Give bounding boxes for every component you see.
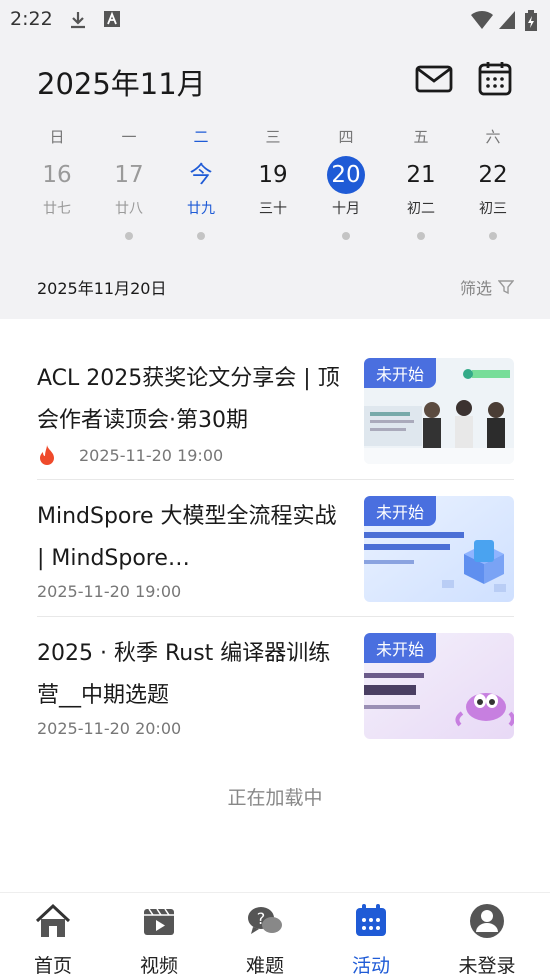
mail-icon[interactable] <box>414 61 454 97</box>
event-dot <box>417 232 425 240</box>
question-icon: ? <box>248 907 282 934</box>
day-cell[interactable]: 二今廿九 <box>171 126 231 240</box>
lunar-date-label: 初三 <box>479 201 507 217</box>
event-thumbnail: 未开始 <box>364 633 514 739</box>
calendar-header-section: 2:22 2025年11月 日 16 廿七 一 17 廿八 二今廿九 三 19 三十 四 20 十月 五 2… <box>0 0 550 319</box>
status-bar: 2:22 <box>0 0 550 40</box>
day-of-week-label: 二 <box>193 128 209 146</box>
calendar-icon[interactable] <box>475 61 515 97</box>
tab-home[interactable]: 首页 <box>13 901 93 978</box>
day-of-week-label: 四 <box>338 128 354 146</box>
day-number: 16 <box>42 162 72 188</box>
lunar-date-label: 十月 <box>332 201 360 217</box>
download-icon <box>71 12 85 29</box>
status-badge: 未开始 <box>364 633 437 663</box>
filter-icon <box>498 280 514 295</box>
bottom-tab-bar: 首页 视频 ? 难题 活动 未登录 <box>0 892 550 979</box>
lunar-date-label: 廿八 <box>115 201 143 217</box>
event-title: 2025 · 秋季 Rust 编译器训练营__中期选题 <box>37 641 331 708</box>
header: 2025年11月 <box>0 55 550 105</box>
tab-video[interactable]: 视频 <box>119 901 199 978</box>
signal-icon <box>499 11 515 29</box>
loading-text: 正在加载中 <box>227 787 323 809</box>
wifi-icon <box>471 10 493 29</box>
day-number: 20 <box>327 156 365 194</box>
day-of-week-label: 三 <box>265 128 281 146</box>
day-of-week-label: 五 <box>413 128 429 146</box>
day-cell[interactable]: 三 19 三十 <box>243 126 303 240</box>
user-icon <box>470 904 504 938</box>
event-dot <box>342 232 350 240</box>
lunar-date-label: 廿七 <box>43 201 71 217</box>
event-item[interactable]: ACL 2025获奖论文分享会 | 顶会作者读顶会·第30期 2025-11-2… <box>37 358 514 466</box>
event-dot <box>197 232 205 240</box>
day-number: 22 <box>478 162 508 188</box>
tab-profile[interactable]: 未登录 <box>447 901 527 978</box>
video-icon <box>144 908 174 935</box>
battery-icon <box>525 10 537 31</box>
day-number: 21 <box>406 162 436 188</box>
lunar-date-label: 廿九 <box>187 201 215 217</box>
day-of-week-label: 一 <box>121 128 137 146</box>
tab-activities[interactable]: 活动 <box>331 901 411 978</box>
day-number: 今 <box>189 162 213 188</box>
home-icon <box>35 903 71 937</box>
event-thumbnail: 未开始 <box>364 358 514 464</box>
day-number: 19 <box>258 162 288 188</box>
tab-label: 活动 <box>351 955 390 977</box>
day-cell[interactable]: 六 22 初三 <box>463 126 523 240</box>
day-number: 17 <box>114 162 144 188</box>
day-cell[interactable]: 五 21 初二 <box>391 126 451 240</box>
tab-label: 未登录 <box>458 955 516 977</box>
day-cell[interactable]: 四 20 十月 <box>316 126 376 240</box>
tab-label: 视频 <box>139 955 178 977</box>
selected-date-label: 2025年11月20日 <box>37 279 167 298</box>
month-title[interactable]: 2025年11月 <box>37 61 206 103</box>
status-time: 2:22 <box>10 8 53 30</box>
event-time: 2025-11-20 20:00 <box>37 719 182 738</box>
divider <box>37 616 514 617</box>
filter-label: 筛选 <box>459 279 492 298</box>
tab-label: 首页 <box>33 955 72 977</box>
event-title: ACL 2025获奖论文分享会 | 顶会作者读顶会·第30期 <box>37 366 340 433</box>
filter-button[interactable]: 筛选 <box>460 275 514 299</box>
tab-questions[interactable]: ? 难题 <box>225 901 305 978</box>
lunar-date-label: 三十 <box>259 201 287 217</box>
event-thumbnail: 未开始 <box>364 496 514 602</box>
day-of-week-label: 日 <box>49 128 65 146</box>
event-item[interactable]: MindSpore 大模型全流程实战 | MindSpore… 2025-11-… <box>37 496 514 602</box>
lunar-date-label: 初二 <box>407 201 435 217</box>
divider <box>37 479 514 480</box>
event-dot <box>489 232 497 240</box>
font-icon <box>104 11 120 27</box>
day-cell[interactable]: 日 16 廿七 <box>27 126 87 240</box>
day-of-week-label: 六 <box>485 128 501 146</box>
calendar-icon <box>356 904 386 936</box>
hot-fire-icon <box>40 445 54 465</box>
event-time: 2025-11-20 19:00 <box>79 445 224 465</box>
status-badge: 未开始 <box>364 358 437 388</box>
status-badge: 未开始 <box>364 496 437 526</box>
event-dot <box>125 232 133 240</box>
event-item[interactable]: 2025 · 秋季 Rust 编译器训练营__中期选题 2025-11-20 2… <box>37 633 514 739</box>
event-title: MindSpore 大模型全流程实战 | MindSpore… <box>37 504 337 571</box>
event-time: 2025-11-20 19:00 <box>37 582 182 601</box>
tab-label: 难题 <box>245 955 284 977</box>
svg-text:?: ? <box>257 909 266 928</box>
day-cell[interactable]: 一 17 廿八 <box>99 126 159 240</box>
